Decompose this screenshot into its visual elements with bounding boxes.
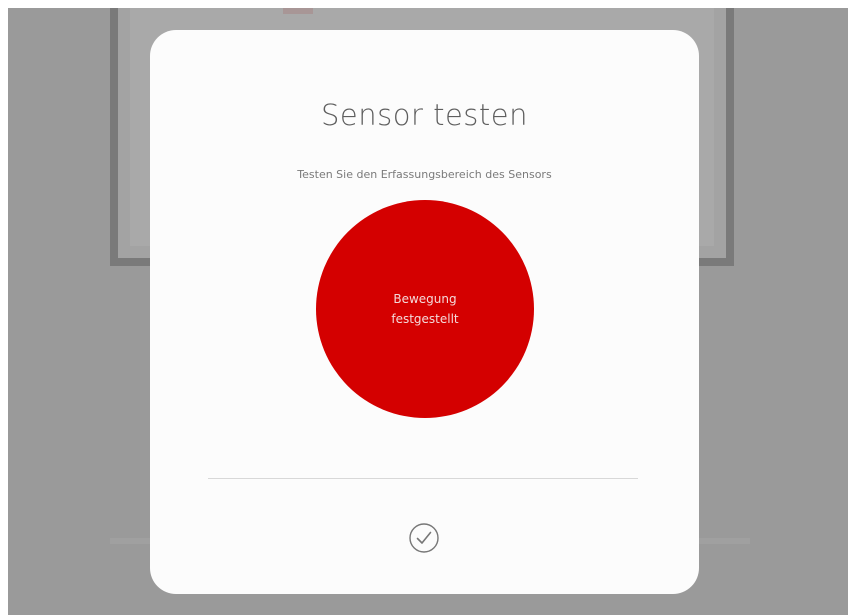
motion-status-line-2: festgestellt [391, 312, 459, 326]
screen: Sensor testen Testen Sie den Erfassungsb… [0, 0, 848, 615]
dialog-title: Sensor testen [320, 98, 529, 132]
sensor-test-dialog: Sensor testen Testen Sie den Erfassungsb… [150, 30, 699, 594]
motion-status-text: Bewegung festgestellt [365, 289, 485, 329]
background-mark [283, 8, 313, 14]
confirm-button[interactable] [408, 522, 440, 554]
motion-status-indicator: Bewegung festgestellt [316, 200, 534, 418]
check-circle-icon [408, 522, 440, 554]
dialog-divider [208, 478, 638, 479]
dialog-subtitle: Testen Sie den Erfassungsbereich des Sen… [297, 168, 552, 181]
motion-status-line-1: Bewegung [393, 292, 457, 306]
